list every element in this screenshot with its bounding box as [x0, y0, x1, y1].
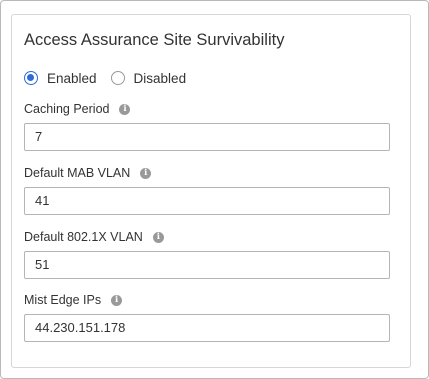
caching-period-input[interactable]: 7	[24, 123, 390, 151]
info-icon[interactable]: i	[119, 103, 131, 115]
mist-edge-ips-label: Mist Edge IPs i	[24, 293, 123, 307]
radio-unselected-icon[interactable]	[110, 71, 125, 85]
disabled-radio-label[interactable]: Disabled	[134, 71, 187, 86]
caching-period-label-text: Caching Period	[24, 102, 110, 116]
enabled-radio-label[interactable]: Enabled	[47, 71, 97, 86]
default-8021x-vlan-label: Default 802.1X VLAN i	[24, 230, 164, 244]
info-icon[interactable]: i	[111, 294, 123, 306]
info-icon[interactable]: i	[152, 231, 164, 243]
radio-selected-icon[interactable]	[24, 71, 38, 85]
caching-period-label: Caching Period i	[24, 102, 131, 116]
default-8021x-vlan-label-text: Default 802.1X VLAN	[24, 230, 143, 244]
disabled-radio[interactable]: Disabled	[110, 71, 187, 86]
mist-edge-ips-input[interactable]: 44.230.151.178	[24, 314, 390, 342]
default-mab-vlan-label-text: Default MAB VLAN	[24, 166, 131, 180]
enabled-radio[interactable]: Enabled	[24, 71, 97, 86]
default-8021x-vlan-input[interactable]: 51	[24, 251, 390, 279]
settings-container: Access Assurance Site Survivability Enab…	[0, 0, 429, 379]
mode-radio-group: Enabled Disabled	[24, 68, 186, 88]
mist-edge-ips-label-text: Mist Edge IPs	[24, 293, 102, 307]
panel-title: Access Assurance Site Survivability	[24, 31, 285, 49]
info-icon[interactable]: i	[140, 167, 152, 179]
default-mab-vlan-input[interactable]: 41	[24, 187, 390, 215]
site-survivability-panel: Access Assurance Site Survivability Enab…	[11, 14, 411, 368]
default-mab-vlan-label: Default MAB VLAN i	[24, 166, 152, 180]
